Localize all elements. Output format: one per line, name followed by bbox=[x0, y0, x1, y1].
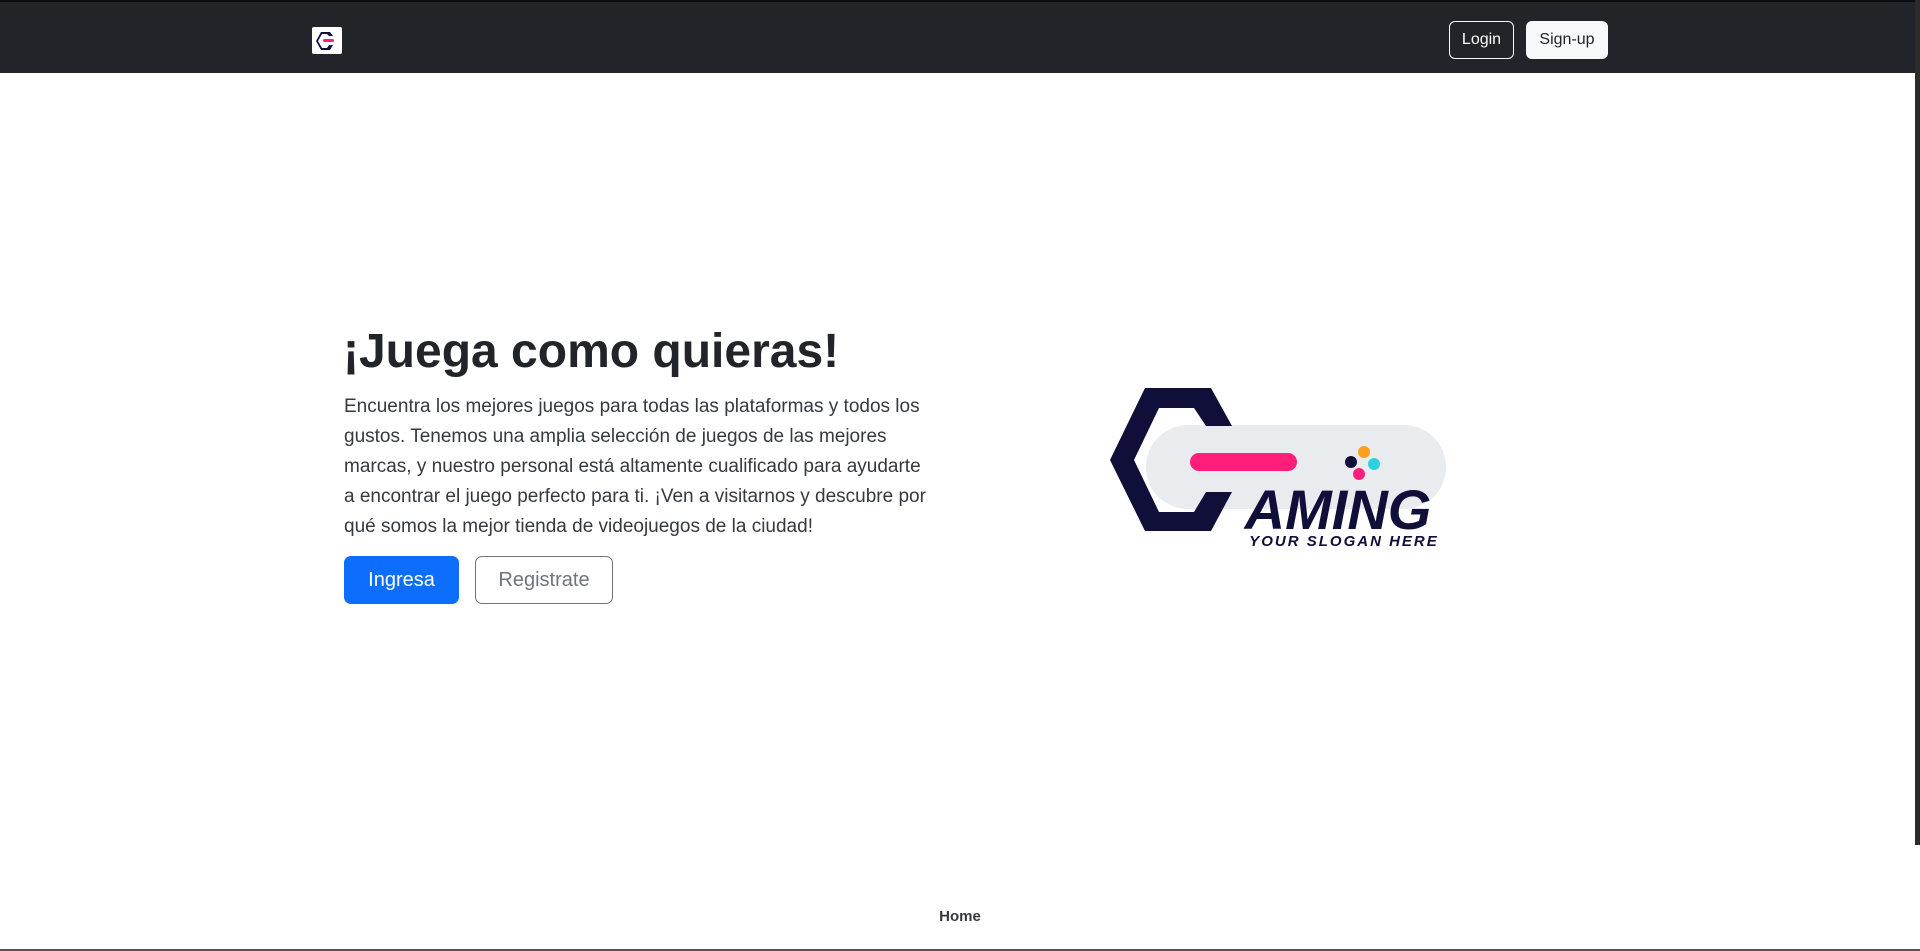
hero-description: Encuentra los mejores juegos para todas … bbox=[344, 396, 926, 537]
signup-button[interactable]: Sign-up bbox=[1526, 21, 1608, 59]
logo-wordmark: AMING bbox=[1243, 478, 1432, 541]
footer-home-link[interactable]: Home bbox=[0, 908, 1920, 925]
gaming-logo-mark bbox=[316, 31, 334, 50]
logo-orange-dot bbox=[1358, 446, 1370, 458]
hero-title: ¡Juega como quieras! bbox=[343, 325, 840, 378]
ingresa-button[interactable]: Ingresa bbox=[344, 556, 459, 604]
logo-slogan: YOUR SLOGAN HERE bbox=[1249, 533, 1439, 550]
gaming-logo-icon[interactable] bbox=[312, 27, 342, 54]
page-scrollbar[interactable] bbox=[1915, 0, 1920, 845]
registrate-button[interactable]: Registrate bbox=[475, 556, 613, 604]
logo-cyan-dot bbox=[1368, 458, 1380, 470]
login-button[interactable]: Login bbox=[1449, 21, 1514, 59]
logo-navy-dot bbox=[1345, 456, 1357, 468]
gaming-logo-illustration: AMING YOUR SLOGAN HERE bbox=[1110, 388, 1446, 550]
top-navbar: Login Sign-up bbox=[0, 0, 1920, 73]
logo-pink-bar bbox=[1190, 453, 1297, 471]
